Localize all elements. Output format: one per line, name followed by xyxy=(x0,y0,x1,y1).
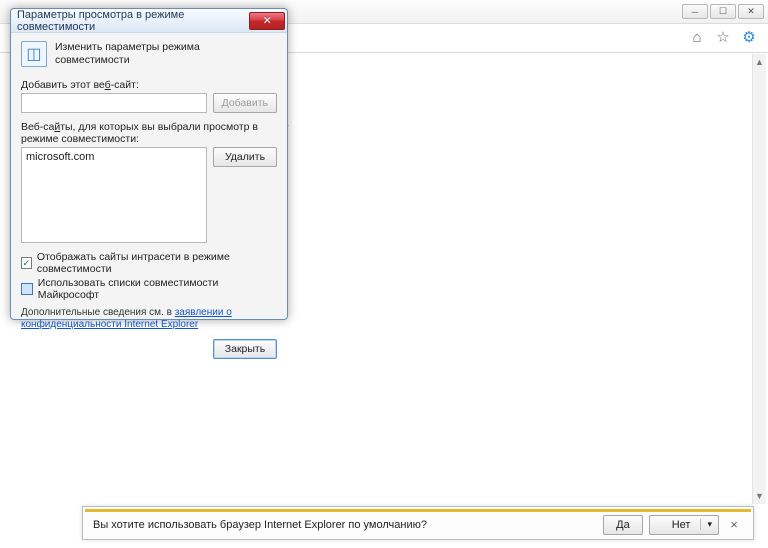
window-minimize-button[interactable]: ─ xyxy=(682,4,708,19)
browser-toolbar: ⌂ ☆ ⚙ xyxy=(688,24,768,50)
gear-icon[interactable]: ⚙ xyxy=(740,28,758,46)
checkbox-label: Использовать списки совместимости Майкро… xyxy=(38,277,277,301)
checkbox-icon: ✓ xyxy=(21,257,32,269)
vertical-scrollbar[interactable]: ▲ ▼ xyxy=(752,54,766,504)
close-dialog-button[interactable]: Закрыть xyxy=(213,339,277,359)
dialog-info-text: Дополнительные сведения см. в заявлении … xyxy=(21,307,277,331)
dialog-close-button[interactable]: ✕ xyxy=(249,12,285,30)
list-item[interactable]: microsoft.com xyxy=(26,151,202,163)
window-maximize-button[interactable]: ☐ xyxy=(710,4,736,19)
notification-no-button[interactable]: Нет ▾ xyxy=(649,515,719,535)
compat-icon: ◫ xyxy=(21,41,47,67)
scroll-up-icon[interactable]: ▲ xyxy=(753,54,766,70)
scroll-down-icon[interactable]: ▼ xyxy=(753,488,766,504)
checkbox-label: Отображать сайты интрасети в режиме совм… xyxy=(37,251,277,275)
dialog-titlebar[interactable]: Параметры просмотра в режиме совместимос… xyxy=(11,9,287,33)
favorites-icon[interactable]: ☆ xyxy=(714,28,732,46)
site-list-label: Веб-сайты, для которых вы выбрали просмо… xyxy=(21,121,277,145)
default-browser-notification: Вы хотите использовать браузер Internet … xyxy=(82,506,754,540)
dialog-title: Параметры просмотра в режиме совместимос… xyxy=(17,9,249,33)
notification-no-label: Нет xyxy=(662,519,701,531)
dialog-header-text: Изменить параметры режима совместимости xyxy=(55,41,277,67)
checkbox-ms-lists[interactable]: Использовать списки совместимости Майкро… xyxy=(21,277,277,301)
checkbox-intranet[interactable]: ✓ Отображать сайты интрасети в режиме со… xyxy=(21,251,277,275)
notification-text: Вы хотите использовать браузер Internet … xyxy=(93,519,603,531)
dialog-body: ◫ Изменить параметры режима совместимост… xyxy=(11,33,287,367)
window-close-button[interactable]: ✕ xyxy=(738,4,764,19)
checkbox-icon xyxy=(21,283,33,295)
window-controls: ─ ☐ ✕ xyxy=(682,4,764,19)
site-listbox[interactable]: microsoft.com xyxy=(21,147,207,243)
notification-close-button[interactable]: × xyxy=(725,517,743,532)
add-site-label: Добавить этот веб-сайт: xyxy=(21,79,277,91)
chevron-down-icon[interactable]: ▾ xyxy=(700,519,718,530)
add-site-input[interactable] xyxy=(21,93,207,113)
add-button[interactable]: Добавить xyxy=(213,93,277,113)
home-icon[interactable]: ⌂ xyxy=(688,28,706,46)
scroll-track[interactable] xyxy=(753,70,766,488)
notification-yes-button[interactable]: Да xyxy=(603,515,643,535)
remove-button[interactable]: Удалить xyxy=(213,147,277,167)
compat-view-dialog: Параметры просмотра в режиме совместимос… xyxy=(10,8,288,320)
